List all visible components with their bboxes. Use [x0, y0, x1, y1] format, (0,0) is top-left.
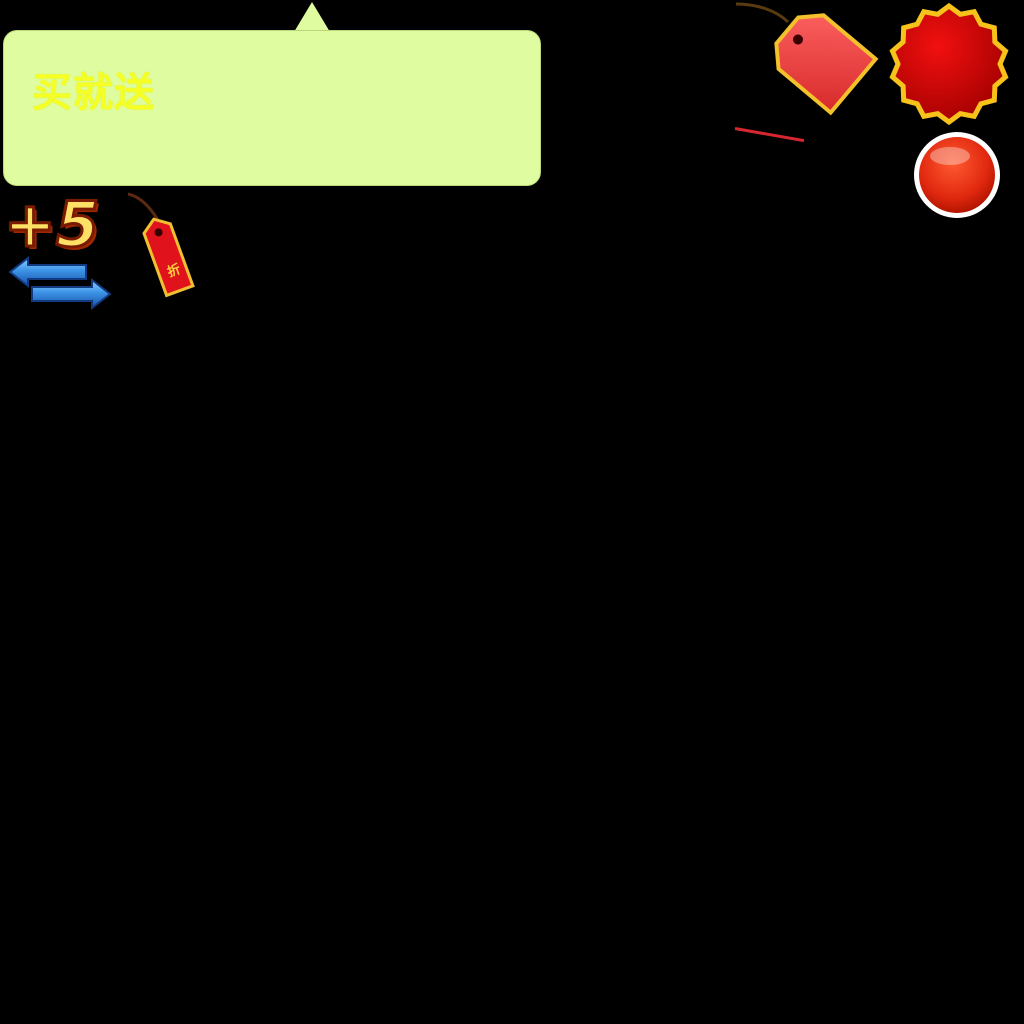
starburst-seal-icon: [889, 2, 1009, 126]
plus-five-bonus: +5: [3, 188, 114, 261]
price-tag-icon: [735, 2, 879, 116]
red-line-divider: [734, 127, 805, 143]
speech-bubble: 买就送: [3, 30, 541, 186]
discount-tag-icon: [127, 192, 195, 298]
red-round-button-icon[interactable]: [910, 128, 1004, 222]
bubble-text: 买就送: [32, 70, 155, 116]
bubble-tail: [294, 2, 330, 32]
swap-arrows-icon[interactable]: [8, 256, 112, 312]
sprite-atlas: 买就送 +5 折: [0, 0, 1024, 1024]
plus-five-text: +5: [3, 188, 101, 261]
